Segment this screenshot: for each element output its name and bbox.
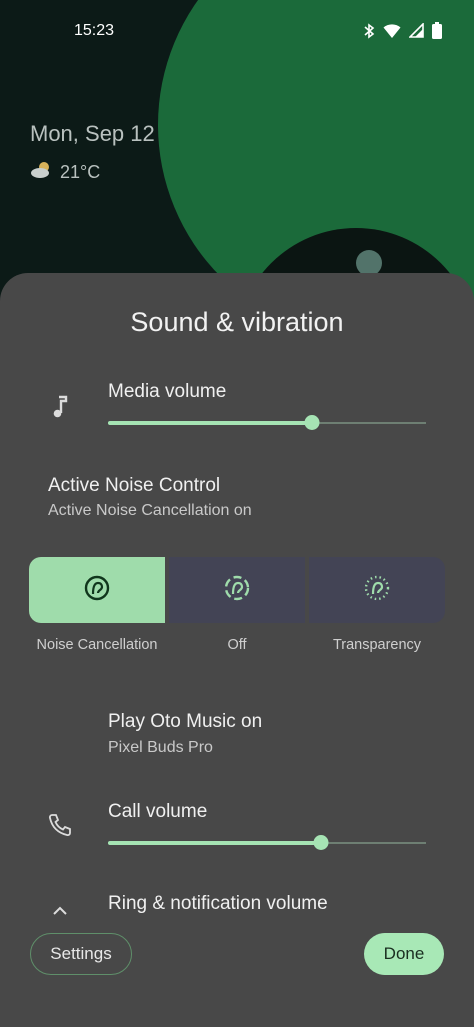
chevron-up-icon[interactable] xyxy=(46,897,74,925)
sound-vibration-panel: Sound & vibration Media volume Active No… xyxy=(0,273,474,1027)
anc-subtitle: Active Noise Cancellation on xyxy=(48,502,252,519)
lockscreen-weather: 21°C xyxy=(30,161,100,184)
anc-option-label: Noise Cancellation xyxy=(36,637,158,653)
transparency-icon xyxy=(363,574,391,607)
weather-temperature: 21°C xyxy=(60,162,101,182)
media-volume-label: Media volume xyxy=(108,381,227,402)
ring-volume-label: Ring & notification volume xyxy=(108,893,328,914)
anc-option-transparency[interactable] xyxy=(309,557,445,623)
noise-cancellation-icon xyxy=(83,574,111,607)
phone-icon xyxy=(46,811,74,839)
status-bar: 15:23 xyxy=(0,0,474,62)
call-volume-label: Call volume xyxy=(108,801,208,822)
play-on-device[interactable]: Pixel Buds Pro xyxy=(108,739,213,757)
done-button[interactable]: Done xyxy=(364,933,444,975)
navigation-bar xyxy=(0,997,474,1027)
slider-fill xyxy=(108,841,322,845)
anc-option-off[interactable] xyxy=(169,557,305,623)
music-note-icon xyxy=(46,393,74,421)
cloud-sun-icon xyxy=(30,161,54,184)
lockscreen-date: Mon, Sep 12 xyxy=(30,121,155,146)
panel-title: Sound & vibration xyxy=(130,307,344,337)
slider-thumb[interactable] xyxy=(304,415,320,430)
slider-fill xyxy=(108,421,312,425)
anc-option-label: Off xyxy=(227,637,247,653)
anc-option-noise-cancellation[interactable] xyxy=(29,557,165,623)
call-volume-slider[interactable] xyxy=(108,835,426,851)
anc-off-icon xyxy=(223,574,251,607)
play-on-title[interactable]: Play Oto Music on xyxy=(108,711,262,733)
settings-button[interactable]: Settings xyxy=(30,933,132,975)
anc-option-labels: Noise Cancellation Off Transparency xyxy=(29,637,445,653)
bluetooth-icon xyxy=(363,22,375,39)
anc-option-label: Transparency xyxy=(332,637,422,653)
status-time: 15:23 xyxy=(74,22,115,39)
anc-title[interactable]: Active Noise Control xyxy=(48,475,220,497)
anc-mode-selector xyxy=(29,557,445,623)
wifi-icon xyxy=(383,23,401,39)
media-volume-slider[interactable] xyxy=(108,415,426,431)
battery-icon xyxy=(432,22,442,39)
signal-icon xyxy=(409,23,424,38)
slider-thumb[interactable] xyxy=(313,835,329,850)
